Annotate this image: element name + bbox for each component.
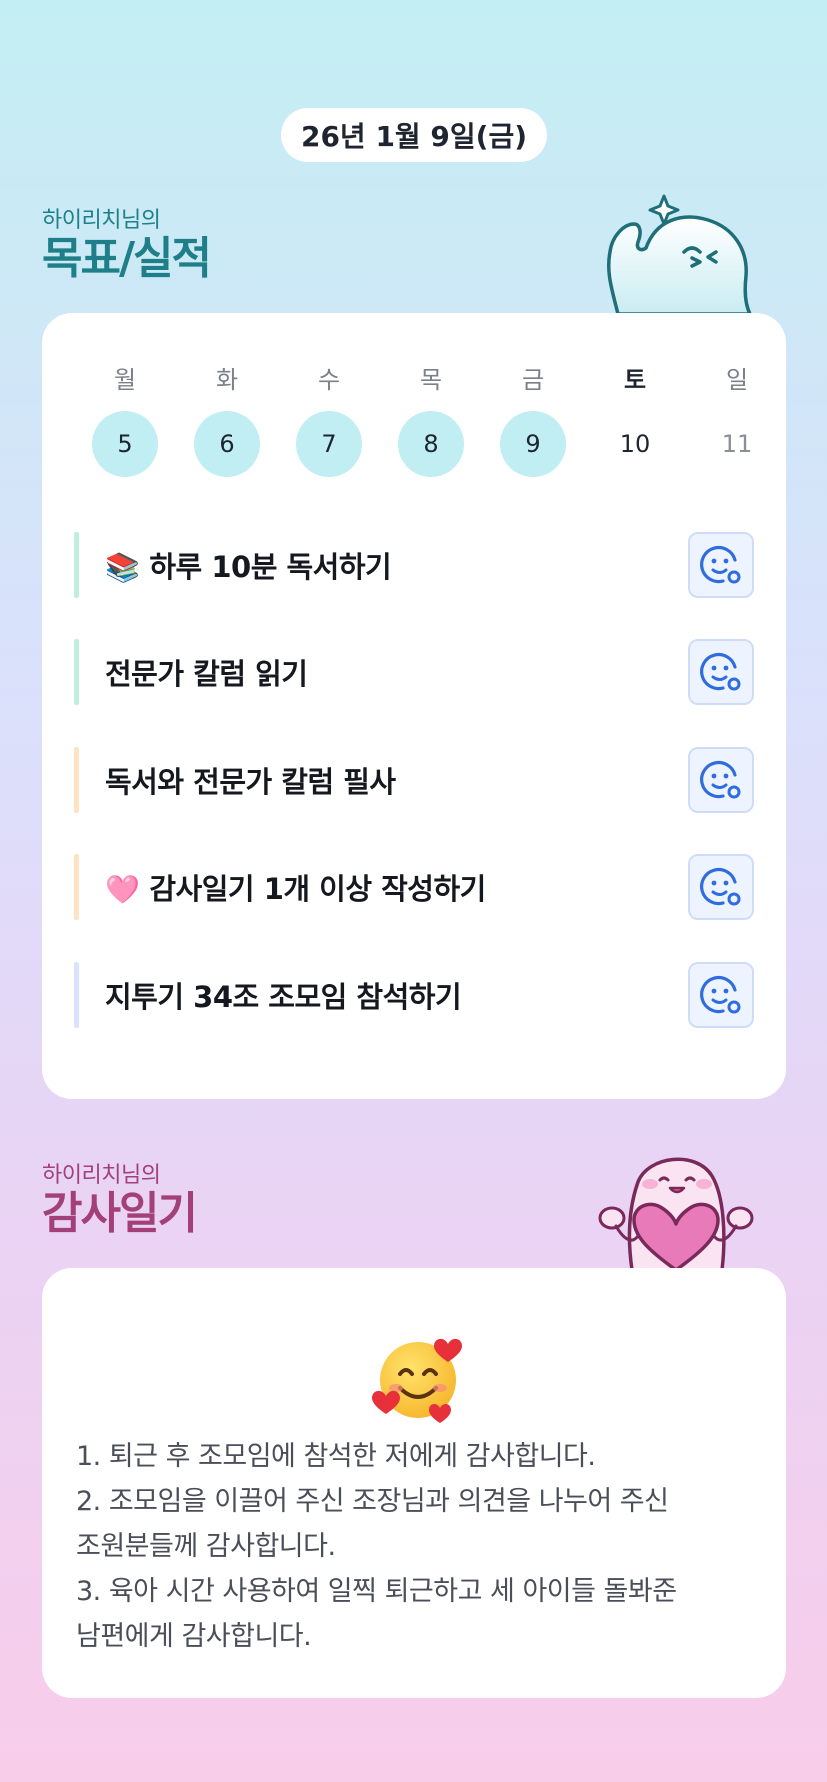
goal-check-button[interactable] (688, 639, 754, 705)
goal-text: 전문가 칼럼 읽기 (105, 651, 688, 693)
smile-face-icon (700, 761, 741, 799)
day-wed[interactable]: 수 7 (278, 365, 380, 477)
goal-label: 전문가 칼럼 읽기 (105, 657, 308, 691)
day-date: 6 (194, 411, 260, 477)
gratitude-line: 남편에게 감사합니다. (76, 1621, 312, 1652)
gratitude-line: 2. 조모임을 이끌어 주신 조장님과 의견을 나누어 주신 (76, 1486, 669, 1517)
smile-face-icon (700, 546, 741, 584)
day-name: 일 (725, 366, 749, 394)
goal-color-bar (74, 854, 79, 920)
goal-color-bar (74, 532, 79, 598)
ghost-mascot-icon (606, 194, 752, 316)
heart-mascot-icon (598, 1157, 754, 1270)
smiling-face-with-hearts-icon (372, 1338, 462, 1423)
day-name: 금 (521, 366, 545, 394)
day-sat[interactable]: 토 10 (584, 365, 686, 477)
gratitude-line: 조원분들께 감사합니다. (76, 1531, 336, 1562)
books-icon: 📚 (105, 551, 140, 584)
goal-label: 감사일기 1개 이상 작성하기 (149, 872, 486, 906)
goal-item: 지투기 34조 조모임 참석하기 (74, 962, 754, 1028)
goal-check-button[interactable] (688, 532, 754, 598)
goal-text: 독서와 전문가 칼럼 필사 (105, 759, 688, 801)
day-name: 화 (215, 366, 239, 394)
day-name: 수 (317, 366, 341, 394)
day-tue[interactable]: 화 6 (176, 365, 278, 477)
smile-face-icon (700, 653, 741, 691)
day-name: 월 (113, 366, 137, 394)
goal-item: 📚 하루 10분 독서하기 (74, 532, 754, 598)
day-thu[interactable]: 목 8 (380, 365, 482, 477)
goal-text: 🩷 감사일기 1개 이상 작성하기 (105, 866, 688, 908)
gratitude-title: 감사일기 (42, 1188, 198, 1239)
goal-item: 전문가 칼럼 읽기 (74, 639, 754, 705)
day-date: 10 (619, 430, 651, 458)
gratitude-section-header: 하이리치님의 감사일기 (42, 1157, 198, 1239)
date-pill: 26년 1월 9일(금) (281, 108, 547, 162)
goal-check-button[interactable] (688, 962, 754, 1028)
day-sun[interactable]: 일 11 (686, 365, 788, 477)
goal-label: 독서와 전문가 칼럼 필사 (105, 765, 396, 799)
day-date: 11 (721, 430, 753, 458)
goal-item: 🩷 감사일기 1개 이상 작성하기 (74, 854, 754, 920)
gratitude-card: 1. 퇴근 후 조모임에 참석한 저에게 감사합니다. 2. 조모임을 이끌어 … (42, 1268, 786, 1698)
goals-subtitle: 하이리치님의 (42, 208, 161, 233)
goal-color-bar (74, 639, 79, 705)
gratitude-subtitle: 하이리치님의 (42, 1163, 161, 1188)
week-strip: 월 5 화 6 수 7 목 8 금 9 토 10 일 11 (74, 365, 788, 477)
goal-label: 하루 10분 독서하기 (149, 550, 392, 584)
goal-label: 지투기 34조 조모임 참석하기 (105, 980, 462, 1014)
day-mon[interactable]: 월 5 (74, 365, 176, 477)
goal-color-bar (74, 962, 79, 1028)
day-date: 9 (500, 411, 566, 477)
day-date: 7 (296, 411, 362, 477)
goal-item: 독서와 전문가 칼럼 필사 (74, 747, 754, 813)
goal-check-button[interactable] (688, 747, 754, 813)
goals-title: 목표/실적 (42, 233, 212, 284)
day-name: 토 (623, 366, 647, 394)
goal-color-bar (74, 747, 79, 813)
day-date: 5 (92, 411, 158, 477)
goals-card: 월 5 화 6 수 7 목 8 금 9 토 10 일 11 📚 하루 10분 독서 (42, 313, 786, 1099)
day-date: 8 (398, 411, 464, 477)
gratitude-line: 1. 퇴근 후 조모임에 참석한 저에게 감사합니다. (76, 1441, 596, 1472)
goal-text: 📚 하루 10분 독서하기 (105, 544, 688, 586)
gratitude-line: 3. 육아 시간 사용하여 일찍 퇴근하고 세 아이들 돌봐준 (76, 1576, 677, 1607)
gratitude-text: 1. 퇴근 후 조모임에 참석한 저에게 감사합니다. 2. 조모임을 이끌어 … (76, 1434, 766, 1659)
pink-heart-icon: 🩷 (105, 873, 140, 906)
goals-section-header: 하이리치님의 목표/실적 (42, 202, 212, 284)
day-fri[interactable]: 금 9 (482, 365, 584, 477)
goal-text: 지투기 34조 조모임 참석하기 (105, 974, 688, 1016)
day-name: 목 (419, 366, 443, 394)
goal-check-button[interactable] (688, 854, 754, 920)
smile-face-icon (700, 868, 741, 906)
smile-face-icon (700, 976, 741, 1014)
